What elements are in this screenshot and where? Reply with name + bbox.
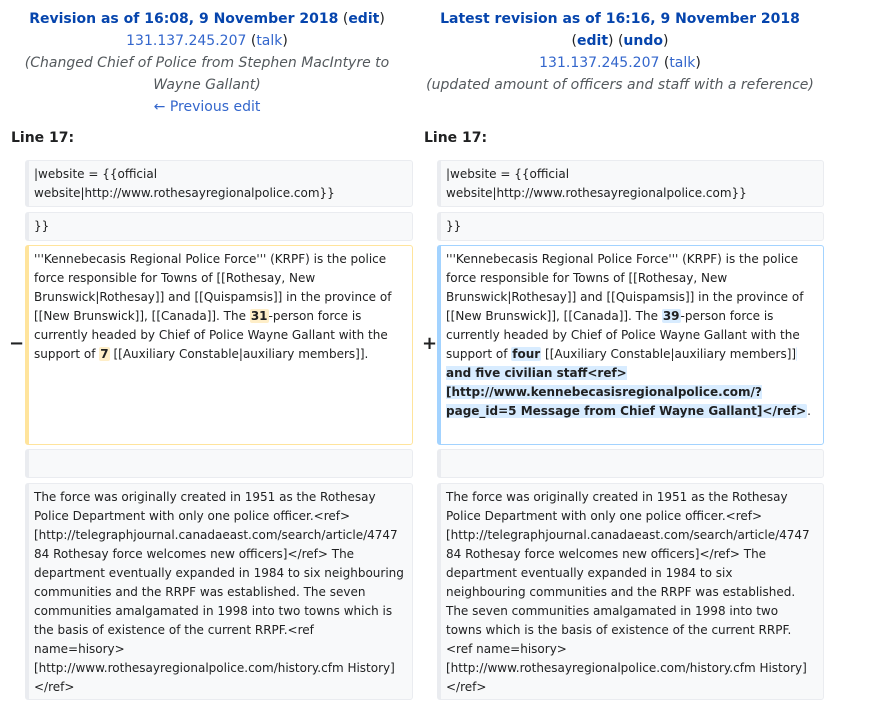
previous-edit-link[interactable]: ← Previous edit bbox=[154, 99, 261, 115]
undo-link[interactable]: undo bbox=[623, 33, 663, 49]
right-line-label: Line 17: bbox=[424, 130, 488, 146]
added-text: . bbox=[807, 404, 811, 418]
right-context-website: |website = {{official website|http://www… bbox=[437, 160, 824, 207]
left-context-history: The force was originally created in 1951… bbox=[25, 483, 413, 700]
added-highlight: 39 bbox=[661, 309, 681, 323]
right-edit-summary: (updated amount of officers and staff wi… bbox=[426, 77, 814, 93]
right-talk-link[interactable]: talk bbox=[669, 55, 695, 71]
added-line: '''Kennebecasis Regional Police Force'''… bbox=[437, 245, 824, 445]
right-revision-header: Latest revision as of 16:16, 9 November … bbox=[418, 8, 822, 96]
right-edit-link[interactable]: edit bbox=[577, 33, 608, 49]
left-context-empty bbox=[25, 449, 413, 478]
right-context-history: The force was originally created in 1951… bbox=[437, 483, 824, 700]
deleted-highlight: 31 bbox=[249, 309, 269, 323]
left-revision-header: Revision as of 16:08, 9 November 2018 (e… bbox=[8, 8, 406, 118]
left-edit-summary: (Changed Chief of Police from Stephen Ma… bbox=[24, 55, 390, 93]
left-context-close: }} bbox=[25, 212, 413, 241]
left-talk-link[interactable]: talk bbox=[256, 33, 282, 49]
deleted-text: [[Auxiliary Constable|auxiliary members]… bbox=[109, 347, 369, 361]
deleted-line: '''Kennebecasis Regional Police Force'''… bbox=[25, 245, 413, 445]
right-revision-title[interactable]: Latest revision as of 16:16, 9 November … bbox=[440, 11, 800, 27]
deleted-line-marker: − bbox=[9, 333, 25, 354]
deleted-highlight: 7 bbox=[99, 347, 110, 361]
left-revision-title[interactable]: Revision as of 16:08, 9 November 2018 bbox=[29, 11, 338, 27]
added-text: [[Auxiliary Constable|auxiliary members]… bbox=[541, 347, 797, 361]
left-line-label: Line 17: bbox=[11, 130, 75, 146]
added-highlight: four bbox=[511, 347, 542, 361]
added-line-marker: + bbox=[422, 333, 438, 354]
left-context-website: |website = {{official website|http://www… bbox=[25, 160, 413, 207]
right-context-close: }} bbox=[437, 212, 824, 241]
right-user-link[interactable]: 131.137.245.207 bbox=[539, 55, 659, 71]
right-context-empty bbox=[437, 449, 824, 478]
left-edit-link[interactable]: edit bbox=[348, 11, 379, 27]
left-user-link[interactable]: 131.137.245.207 bbox=[126, 33, 246, 49]
